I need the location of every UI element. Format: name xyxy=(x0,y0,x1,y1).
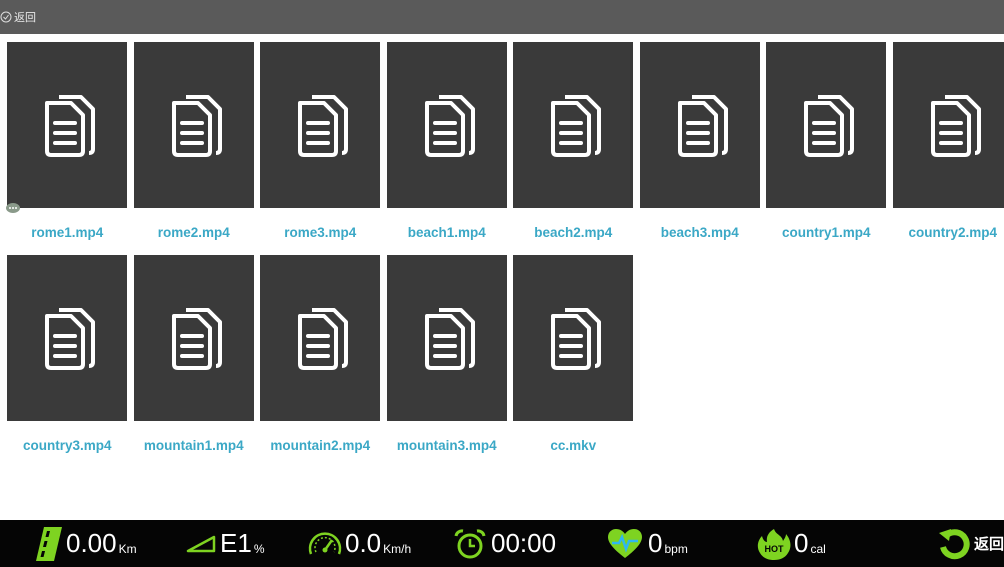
incline-icon xyxy=(186,535,216,552)
alarm-clock-icon xyxy=(454,528,486,558)
document-icon xyxy=(424,308,475,370)
heart-rate-value: 0 xyxy=(648,528,663,558)
document-icon xyxy=(298,95,348,157)
distance-stat: 0.00 Km xyxy=(36,520,137,567)
document-icon xyxy=(551,95,601,157)
document-icon xyxy=(424,95,475,157)
incline-unit: % xyxy=(253,541,265,556)
file-tile[interactable]: rome1.mp4 xyxy=(7,42,134,247)
file-name-label: mountain1.mp4 xyxy=(143,438,244,453)
file-tile[interactable]: mountain1.mp4 xyxy=(133,255,261,460)
file-thumbnail[interactable] xyxy=(639,42,760,208)
chat-bubble-icon xyxy=(6,203,20,213)
file-name-label: rome1.mp4 xyxy=(31,225,104,240)
document-icon xyxy=(171,95,222,157)
document-icon xyxy=(298,308,348,370)
file-thumbnail[interactable] xyxy=(386,255,507,421)
file-grid: rome1.mp4 rome2.mp4 rome3.mp4 beach1.mp4 bea… xyxy=(7,42,1004,460)
document-icon xyxy=(677,95,728,157)
top-bar: 返回 xyxy=(0,0,1004,34)
fire-hot-icon: HOT xyxy=(757,528,791,560)
status-bar: 0.00 Km E1 % 0.0 Km/h 00:00 0 bpm HOT 0 … xyxy=(0,520,1004,567)
document-icon xyxy=(930,95,981,157)
refresh-back-icon xyxy=(938,528,970,559)
file-thumbnail[interactable] xyxy=(7,255,127,421)
file-tile[interactable]: beach2.mp4 xyxy=(513,42,640,247)
back-button-top[interactable]: 返回 xyxy=(0,10,36,24)
file-thumbnail[interactable] xyxy=(513,255,633,421)
file-name-label: cc.mkv xyxy=(550,438,597,453)
back-label-top: 返回 xyxy=(14,12,36,24)
file-tile[interactable]: cc.mkv xyxy=(513,255,640,460)
file-thumbnail[interactable] xyxy=(766,42,886,208)
file-thumbnail[interactable] xyxy=(260,255,380,421)
road-icon xyxy=(36,526,62,561)
time-stat: 00:00 xyxy=(453,520,556,567)
file-thumbnail[interactable] xyxy=(133,255,254,421)
speed-value: 0.0 xyxy=(345,528,382,558)
incline-value: E1 xyxy=(220,528,252,558)
heart-rate-unit: bpm xyxy=(664,541,688,556)
file-name-label: beach1.mp4 xyxy=(407,225,486,240)
file-tile[interactable]: mountain2.mp4 xyxy=(260,255,387,460)
back-button-bottom[interactable]: 返回 xyxy=(937,520,1004,567)
file-name-label: rome2.mp4 xyxy=(157,225,230,240)
back-label-bottom: 返回 xyxy=(973,536,1004,553)
document-icon xyxy=(804,95,854,157)
file-name-label: country1.mp4 xyxy=(781,225,871,240)
speedometer-icon xyxy=(308,531,342,554)
back-circle-icon xyxy=(0,11,12,23)
file-thumbnail[interactable] xyxy=(513,42,633,208)
file-tile[interactable]: country2.mp4 xyxy=(892,42,1004,247)
file-tile[interactable]: beach3.mp4 xyxy=(639,42,767,247)
file-tile[interactable]: country3.mp4 xyxy=(7,255,134,460)
file-name-label: country2.mp4 xyxy=(908,225,998,240)
heart-pulse-icon xyxy=(608,528,642,558)
file-thumbnail[interactable] xyxy=(260,42,380,208)
document-icon xyxy=(551,308,601,370)
heart-rate-stat: 0 bpm xyxy=(606,520,688,567)
file-tile[interactable]: country1.mp4 xyxy=(766,42,893,247)
file-thumbnail[interactable] xyxy=(7,42,127,208)
calories-stat: HOT 0 cal xyxy=(756,520,826,567)
file-thumbnail[interactable] xyxy=(892,42,1004,208)
file-name-label: beach2.mp4 xyxy=(534,225,613,240)
document-icon xyxy=(171,308,222,370)
speed-unit: Km/h xyxy=(383,541,412,556)
file-tile[interactable]: rome3.mp4 xyxy=(260,42,387,247)
file-tile[interactable]: mountain3.mp4 xyxy=(386,255,514,460)
file-name-label: mountain2.mp4 xyxy=(270,438,371,453)
calories-value: 0 xyxy=(794,528,809,558)
file-name-label: mountain3.mp4 xyxy=(396,438,497,453)
document-icon xyxy=(45,308,95,370)
file-tile[interactable]: beach1.mp4 xyxy=(386,42,514,247)
hot-badge-text: HOT xyxy=(765,544,785,554)
file-name-label: beach3.mp4 xyxy=(660,225,739,240)
file-tile[interactable]: rome2.mp4 xyxy=(133,42,261,247)
speed-stat: 0.0 Km/h xyxy=(307,520,411,567)
file-thumbnail[interactable] xyxy=(386,42,507,208)
calories-unit: cal xyxy=(810,541,826,556)
file-thumbnail[interactable] xyxy=(133,42,254,208)
incline-stat: E1 % xyxy=(186,520,264,567)
distance-unit: Km xyxy=(118,541,137,556)
file-name-label: country3.mp4 xyxy=(22,438,112,453)
document-icon xyxy=(45,95,95,157)
time-value: 00:00 xyxy=(491,528,557,558)
file-name-label: rome3.mp4 xyxy=(284,225,357,240)
distance-value: 0.00 xyxy=(66,528,117,558)
